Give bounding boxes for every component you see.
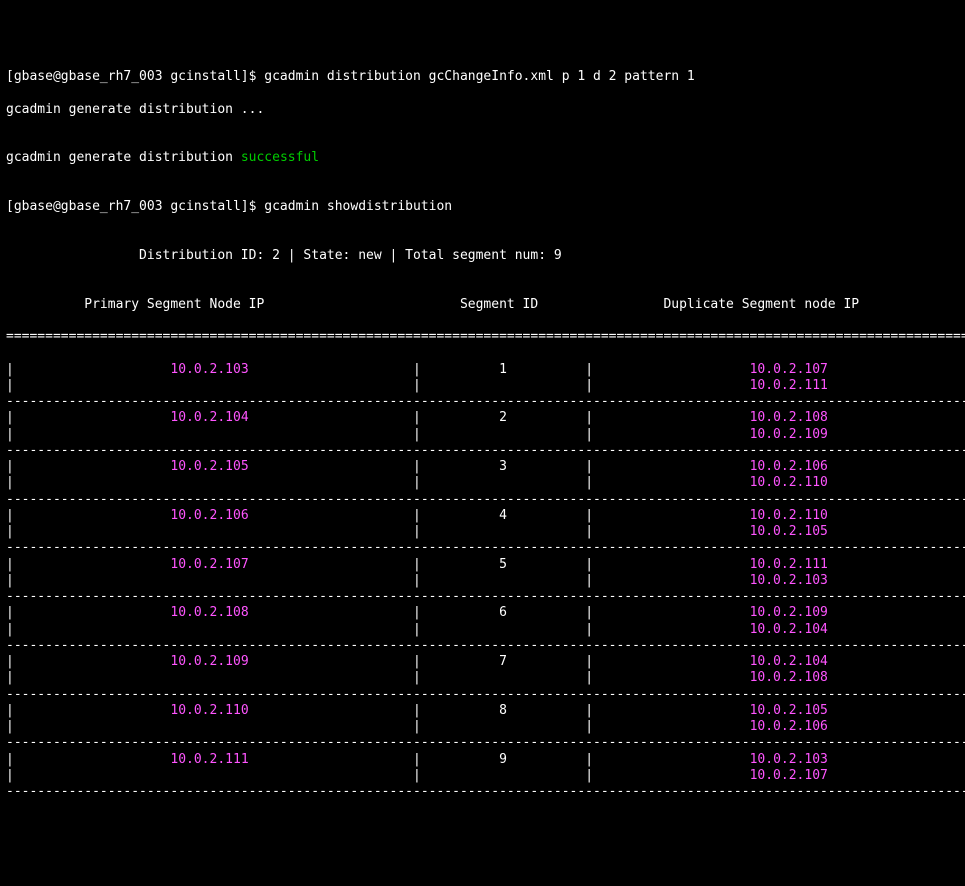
ip-value: 10.0.2.106 bbox=[750, 719, 828, 734]
rule-dash: ----------------------------------------… bbox=[6, 784, 959, 800]
ip-value: 10.0.2.109 bbox=[750, 427, 828, 442]
table-row: | 10.0.2.104 | 2 | 10.0.2.108 | bbox=[6, 410, 959, 426]
table-row: | 10.0.2.105 | 3 | 10.0.2.106 | bbox=[6, 459, 959, 475]
ip-value: 10.0.2.105 bbox=[170, 459, 248, 474]
ip-value: 10.0.2.109 bbox=[170, 654, 248, 669]
ip-value: 10.0.2.109 bbox=[750, 605, 828, 620]
ip-value: 10.0.2.111 bbox=[750, 557, 828, 572]
ip-value: 10.0.2.103 bbox=[750, 573, 828, 588]
summary-line: Distribution ID: 2 | State: new | Total … bbox=[6, 248, 959, 264]
gen-success: gcadmin generate distribution successful bbox=[6, 150, 959, 166]
prompt-line-1[interactable]: [gbase@gbase_rh7_003 gcinstall]$ gcadmin… bbox=[6, 69, 959, 85]
table-row: | | | 10.0.2.109 | bbox=[6, 427, 959, 443]
ip-value: 10.0.2.107 bbox=[750, 362, 828, 377]
table-row: | 10.0.2.109 | 7 | 10.0.2.104 | bbox=[6, 654, 959, 670]
rule-dash: ----------------------------------------… bbox=[6, 492, 959, 508]
table-row: | | | 10.0.2.104 | bbox=[6, 622, 959, 638]
ip-value: 10.0.2.104 bbox=[170, 410, 248, 425]
table-row: | 10.0.2.107 | 5 | 10.0.2.111 | bbox=[6, 557, 959, 573]
rule-dash: ----------------------------------------… bbox=[6, 589, 959, 605]
table-row: | 10.0.2.111 | 9 | 10.0.2.103 | bbox=[6, 752, 959, 768]
ip-value: 10.0.2.106 bbox=[750, 459, 828, 474]
rule-dash: ----------------------------------------… bbox=[6, 443, 959, 459]
ip-value: 10.0.2.103 bbox=[170, 362, 248, 377]
ip-value: 10.0.2.103 bbox=[750, 752, 828, 767]
rule-double: ========================================… bbox=[6, 329, 959, 345]
ip-value: 10.0.2.110 bbox=[750, 508, 828, 523]
ip-value: 10.0.2.106 bbox=[170, 508, 248, 523]
rule-dash: ----------------------------------------… bbox=[6, 394, 959, 410]
command-2: gcadmin showdistribution bbox=[264, 199, 452, 214]
success-word: successful bbox=[241, 150, 319, 165]
table-row: | | | 10.0.2.107 | bbox=[6, 768, 959, 784]
prompt-line-2[interactable]: [gbase@gbase_rh7_003 gcinstall]$ gcadmin… bbox=[6, 199, 959, 215]
command-1: gcadmin distribution gcChangeInfo.xml p … bbox=[264, 69, 694, 84]
ip-value: 10.0.2.108 bbox=[750, 410, 828, 425]
table-row: | | | 10.0.2.103 | bbox=[6, 573, 959, 589]
gen-progress: gcadmin generate distribution ... bbox=[6, 102, 959, 118]
ip-value: 10.0.2.110 bbox=[170, 703, 248, 718]
table-row: | 10.0.2.103 | 1 | 10.0.2.107 | bbox=[6, 362, 959, 378]
rule-dash: ----------------------------------------… bbox=[6, 735, 959, 751]
ip-value: 10.0.2.107 bbox=[170, 557, 248, 572]
ip-value: 10.0.2.110 bbox=[750, 475, 828, 490]
table-row: | | | 10.0.2.108 | bbox=[6, 670, 959, 686]
prompt-prefix: [gbase@gbase_rh7_003 gcinstall]$ bbox=[6, 199, 264, 214]
table-header: Primary Segment Node IP Segment ID Dupli… bbox=[6, 297, 959, 313]
table-row: | 10.0.2.108 | 6 | 10.0.2.109 | bbox=[6, 605, 959, 621]
ip-value: 10.0.2.104 bbox=[750, 654, 828, 669]
ip-value: 10.0.2.104 bbox=[750, 622, 828, 637]
table-row: | 10.0.2.110 | 8 | 10.0.2.105 | bbox=[6, 703, 959, 719]
table-row: | | | 10.0.2.106 | bbox=[6, 719, 959, 735]
table-row: | | | 10.0.2.110 | bbox=[6, 475, 959, 491]
ip-value: 10.0.2.111 bbox=[750, 378, 828, 393]
table-row: | | | 10.0.2.105 | bbox=[6, 524, 959, 540]
ip-value: 10.0.2.108 bbox=[750, 670, 828, 685]
ip-value: 10.0.2.107 bbox=[750, 768, 828, 783]
ip-value: 10.0.2.108 bbox=[170, 605, 248, 620]
ip-value: 10.0.2.105 bbox=[750, 703, 828, 718]
table-row: | 10.0.2.106 | 4 | 10.0.2.110 | bbox=[6, 508, 959, 524]
ip-value: 10.0.2.105 bbox=[750, 524, 828, 539]
ip-value: 10.0.2.111 bbox=[170, 752, 248, 767]
rule-dash: ----------------------------------------… bbox=[6, 540, 959, 556]
prompt-prefix: [gbase@gbase_rh7_003 gcinstall]$ bbox=[6, 69, 264, 84]
rule-dash: ----------------------------------------… bbox=[6, 638, 959, 654]
table-row: | | | 10.0.2.111 | bbox=[6, 378, 959, 394]
rule-dash: ----------------------------------------… bbox=[6, 687, 959, 703]
